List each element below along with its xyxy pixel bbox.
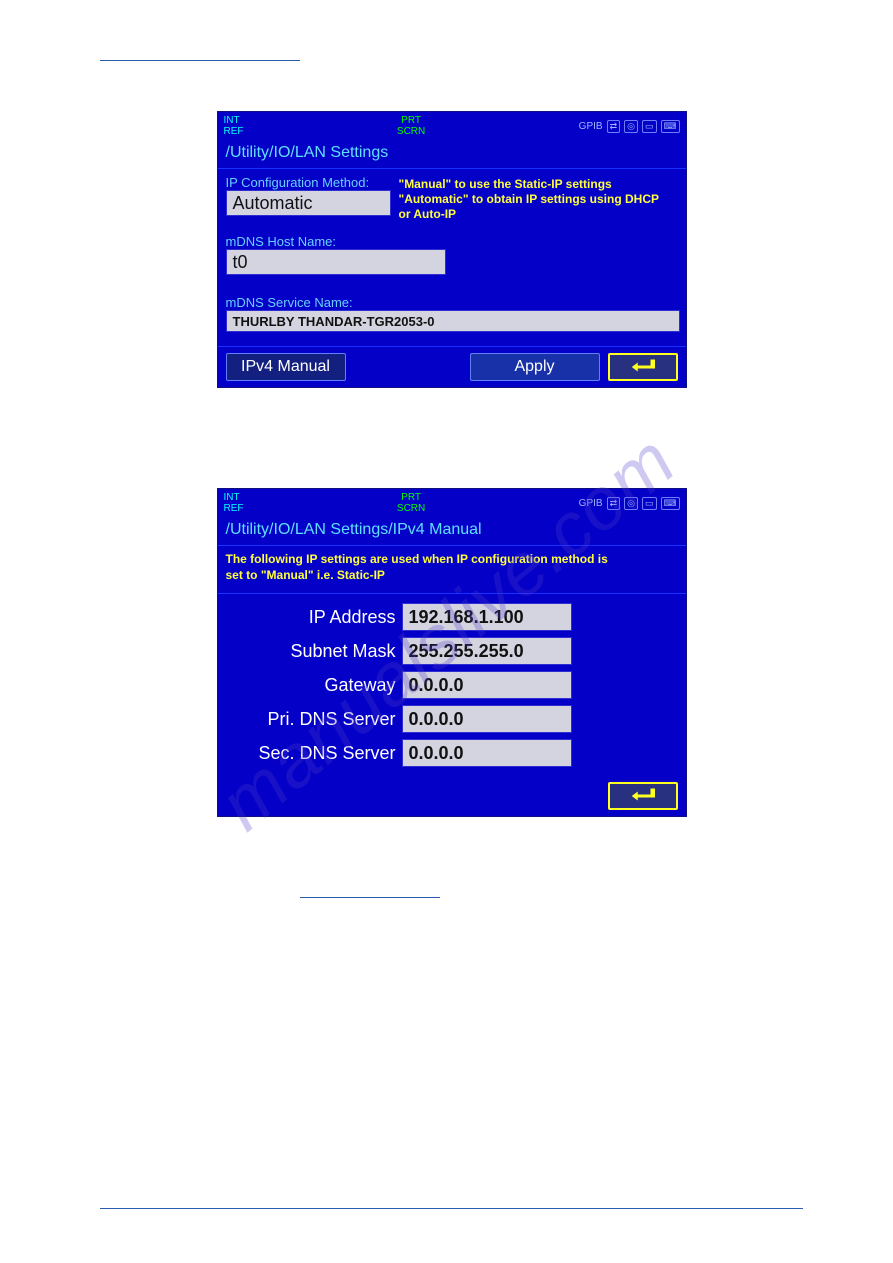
back-arrow-icon-2 (628, 788, 658, 804)
ip-address-field[interactable]: 192.168.1.100 (402, 603, 572, 631)
back-button-2[interactable] (608, 782, 678, 810)
usb-icon: ◎ (624, 120, 638, 133)
hint-line-2: "Automatic" to obtain IP settings using … (399, 192, 660, 207)
status-ref: REF (224, 126, 244, 137)
gateway-field[interactable]: 0.0.0.0 (402, 671, 572, 699)
status-right-2: GPIB ⇄ ◎ ▭ ⌨ (579, 497, 680, 510)
status-left-2: INT REF (224, 492, 244, 514)
gpib-label: GPIB (579, 121, 603, 132)
apply-button[interactable]: Apply (470, 353, 600, 381)
footer-bar (100, 1208, 803, 1213)
kbd-icon-2: ⌨ (661, 497, 680, 510)
status-int-2: INT (224, 492, 244, 503)
status-scrn: SCRN (244, 126, 579, 137)
mdns-host-field[interactable]: t0 (226, 249, 446, 275)
ipv4-note-line2: set to "Manual" i.e. Static-IP (226, 568, 678, 584)
status-left: INT REF (224, 115, 244, 137)
ip-config-method-label: IP Configuration Method: (226, 175, 391, 190)
status-center: PRT SCRN (244, 115, 579, 137)
ipv4-note: The following IP settings are used when … (218, 546, 686, 594)
breadcrumb-2: /Utility/IO/LAN Settings/IPv4 Manual (218, 517, 686, 546)
hint-line-3: or Auto-IP (399, 207, 660, 222)
ipv4-note-line1: The following IP settings are used when … (226, 552, 678, 568)
status-right: GPIB ⇄ ◎ ▭ ⌨ (579, 120, 680, 133)
pri-dns-label: Pri. DNS Server (226, 709, 396, 730)
lan-icon-2: ⇄ (607, 497, 621, 510)
rs-icon: ▭ (642, 120, 657, 133)
status-bar-2: INT REF PRT SCRN GPIB ⇄ ◎ ▭ ⌨ (218, 489, 686, 517)
status-ref-2: REF (224, 503, 244, 514)
status-int: INT (224, 115, 244, 126)
body-link-rule (300, 887, 440, 898)
ip-address-label: IP Address (226, 607, 396, 628)
hint-line-1: "Manual" to use the Static-IP settings (399, 177, 660, 192)
rs-icon-2: ▭ (642, 497, 657, 510)
ipv4-manual-screenshot: INT REF PRT SCRN GPIB ⇄ ◎ ▭ ⌨ /Utility/I… (217, 488, 687, 817)
gateway-label: Gateway (226, 675, 396, 696)
status-bar: INT REF PRT SCRN GPIB ⇄ ◎ ▭ ⌨ (218, 112, 686, 140)
status-scrn-2: SCRN (244, 503, 579, 514)
header-rule (100, 60, 300, 61)
usb-icon-2: ◎ (624, 497, 638, 510)
ip-config-method-field[interactable]: Automatic (226, 190, 391, 216)
subnet-mask-label: Subnet Mask (226, 641, 396, 662)
back-arrow-icon (628, 359, 658, 375)
breadcrumb: /Utility/IO/LAN Settings (218, 140, 686, 169)
sec-dns-field[interactable]: 0.0.0.0 (402, 739, 572, 767)
subnet-mask-field[interactable]: 255.255.255.0 (402, 637, 572, 665)
status-prt-2: PRT (244, 492, 579, 503)
lan-settings-screenshot: INT REF PRT SCRN GPIB ⇄ ◎ ▭ ⌨ /Utility/I… (217, 111, 687, 388)
sec-dns-label: Sec. DNS Server (226, 743, 396, 764)
lan-icon: ⇄ (607, 120, 621, 133)
status-center-2: PRT SCRN (244, 492, 579, 514)
status-prt: PRT (244, 115, 579, 126)
mdns-host-label: mDNS Host Name: (226, 234, 678, 249)
mdns-service-field[interactable]: THURLBY THANDAR-TGR2053-0 (226, 310, 680, 332)
pri-dns-field[interactable]: 0.0.0.0 (402, 705, 572, 733)
back-button[interactable] (608, 353, 678, 381)
kbd-icon: ⌨ (661, 120, 680, 133)
mdns-service-label: mDNS Service Name: (226, 295, 678, 310)
ipv4-manual-button[interactable]: IPv4 Manual (226, 353, 346, 381)
gpib-label-2: GPIB (579, 498, 603, 509)
